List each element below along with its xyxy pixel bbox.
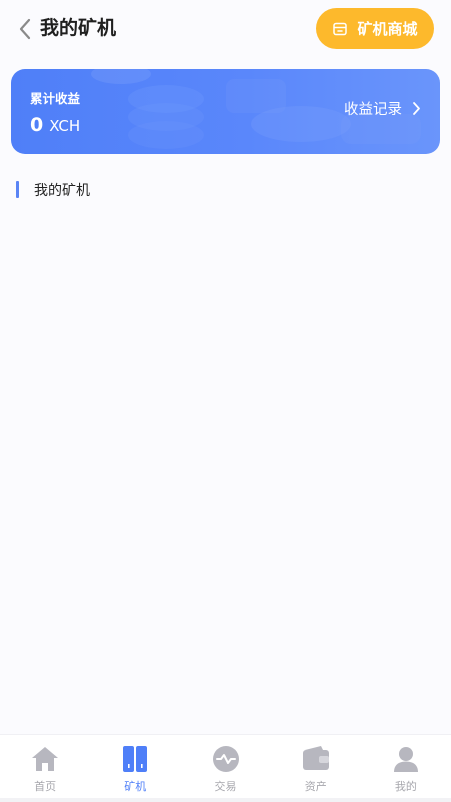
nav-label-miner: 矿机: [124, 780, 147, 793]
nav-label-profile: 我的: [394, 780, 417, 793]
earnings-record-label: 收益记录: [344, 102, 402, 118]
earnings-card: 累计收益 0 XCH 收益记录: [11, 69, 440, 154]
miner-shop-label: 矿机商城: [357, 20, 418, 38]
earnings-unit: XCH: [49, 117, 81, 135]
home-icon: [29, 744, 61, 774]
earnings-record-link[interactable]: 收益记录: [344, 98, 421, 119]
miner-shop-button[interactable]: 矿机商城: [316, 8, 434, 49]
page-title: 我的矿机: [40, 17, 117, 39]
wallet-icon: [300, 744, 332, 774]
bottom-nav: 首页 矿机 交易 资产 我的: [0, 734, 451, 798]
nav-item-miner[interactable]: 矿机: [90, 735, 180, 798]
nav-label-assets: 资产: [304, 780, 327, 793]
exchange-icon: [210, 744, 242, 774]
section-title: 我的矿机: [34, 182, 90, 199]
user-icon: [390, 744, 422, 774]
back-button[interactable]: [14, 17, 36, 41]
earnings-value: 0: [30, 114, 44, 136]
nav-item-assets[interactable]: 资产: [271, 735, 361, 798]
miner-icon: [119, 744, 151, 774]
chevron-left-icon: [19, 18, 31, 40]
home-indicator-strip: [0, 798, 451, 802]
nav-item-exchange[interactable]: 交易: [180, 735, 270, 798]
page: 我的矿机 矿机商城 累计收益 0 XCH 收益记录 我的矿机 首页 矿机 交易 …: [0, 0, 451, 802]
header-bar: 我的矿机 矿机商城: [0, 0, 451, 58]
chevron-right-icon: [413, 102, 420, 115]
earnings-label: 累计收益: [30, 91, 81, 106]
nav-label-exchange: 交易: [214, 780, 237, 793]
section-accent-bar: [16, 181, 19, 198]
nav-item-profile[interactable]: 我的: [361, 735, 451, 798]
earnings-amount: 0 XCH: [30, 114, 80, 136]
my-miners-section-header: 我的矿机: [16, 180, 90, 199]
nav-label-home: 首页: [34, 780, 57, 793]
store-icon: [332, 21, 348, 37]
nav-item-home[interactable]: 首页: [0, 735, 90, 798]
